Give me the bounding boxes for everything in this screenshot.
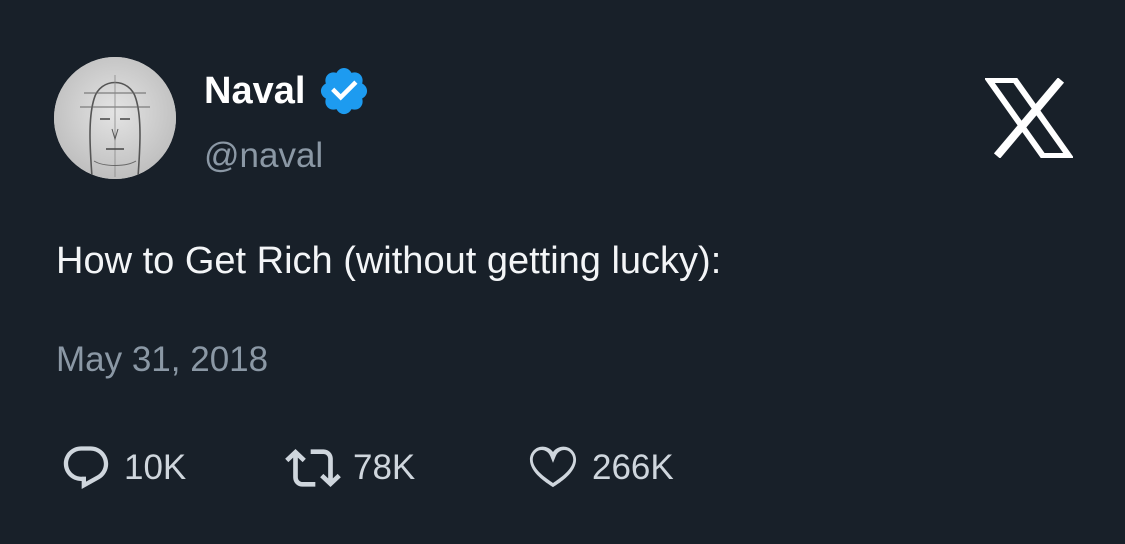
avatar-sketch-icon [54, 57, 176, 179]
reply-count: 10K [124, 448, 187, 487]
x-logo-icon[interactable] [985, 78, 1073, 158]
heart-icon [529, 446, 577, 488]
tweet-text: How to Get Rich (without getting lucky): [56, 240, 722, 282]
avatar[interactable] [54, 57, 176, 179]
reply-button[interactable]: 10K [60, 440, 186, 496]
like-button[interactable]: 266K [526, 440, 674, 496]
author-handle[interactable]: @naval [204, 134, 323, 178]
tweet-card: Naval @naval How to Get Rich (without ge… [0, 0, 1125, 544]
retweet-icon [285, 449, 341, 487]
tweet-date[interactable]: May 31, 2018 [56, 337, 268, 383]
author-name-row: Naval [204, 64, 371, 118]
author-name[interactable]: Naval [204, 67, 305, 115]
retweet-count: 78K [353, 448, 416, 487]
reply-icon [63, 446, 109, 489]
retweet-button[interactable]: 78K [285, 440, 415, 496]
like-count: 266K [592, 448, 674, 487]
verified-badge-icon [321, 67, 368, 115]
